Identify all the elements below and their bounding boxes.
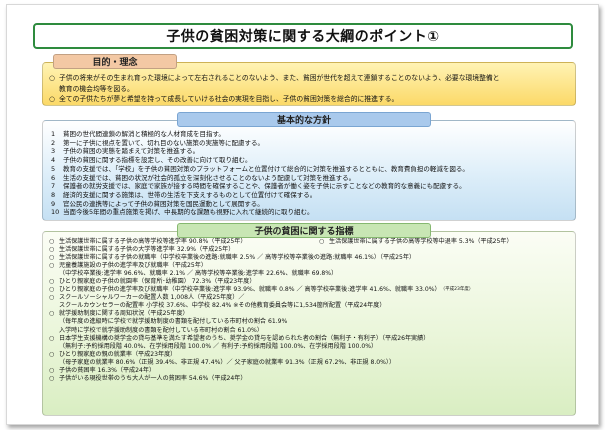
policy-box: 1 貧困の世代間連鎖の解消と積極的な人材育成を目指す。 2 第一に子供に視点を置いて… xyxy=(42,120,576,221)
purpose-line: ○ 全ての子供たちが夢と希望を持って成長していける社会の実現を目指し、子供の貧困対… xyxy=(49,94,569,105)
policy-text: 教育の支援では、「学校」を子供の貧困対策のプラットフォームと位置付けて総合的に対… xyxy=(63,164,469,173)
policy-text: 生活の支援では、貧困の状況が社会的孤立を深刻化させることのないよう配慮して対策を… xyxy=(63,173,356,182)
index-note: （平成23年度） xyxy=(440,287,474,293)
index-text: （毎年度の進級時に学校で就学援助制度の書類を配付している市町村の割合 61.9% xyxy=(59,318,288,326)
index-line: （毎年度の進級時に学校で就学援助制度の書類を配付している市町村の割合 61.9% xyxy=(49,318,569,326)
policy-text: 貧困の世代間連鎖の解消と積極的な人材育成を目指す。 xyxy=(63,130,225,138)
bullet-mark xyxy=(49,359,59,367)
bullet-mark: ○ xyxy=(319,238,325,245)
bullet-mark: ○ xyxy=(49,366,55,374)
policy-item: 3 子供の貧困の実態を踏まえて対策を推進する。 xyxy=(49,147,569,156)
index-line: ○ ひとり親家庭の親の就業率（平成23年度） xyxy=(49,351,569,359)
policy-item: 5 教育の支援では、「学校」を子供の貧困対策のプラットフォームと位置付けて総合的に… xyxy=(49,165,569,174)
bullet-mark: ○ xyxy=(49,74,55,82)
index-line: ○ 児童養護施設の子供の進学率及び就職率（平成25年） xyxy=(49,262,569,270)
index-text: 児童養護施設の子供の進学率及び就職率（平成25年） xyxy=(59,262,207,270)
policy-text: 子供の貧困に関する指標を設定し、その改善に向けて取り組む。 xyxy=(63,156,252,165)
index-text: 生活保護世帯に属する子供の高等学校等進学率 90.8%（平成25年） xyxy=(59,238,247,245)
index-line: ○ 生活保護世帯に属する子供の高等学校等進学率 90.8%（平成25年） ○ 生活保… xyxy=(49,238,569,246)
policy-item: 4 子供の貧困に関する指標を設定し、その改善に向けて取り組む。 xyxy=(49,156,569,165)
bullet-mark: ○ xyxy=(49,334,55,342)
policy-number: 4 xyxy=(51,156,56,165)
bullet-mark: ○ xyxy=(49,294,55,302)
index-line: ○ 生活保護世帯に属する子供の大学等進学率 32.9%（平成25年） xyxy=(49,246,569,254)
policy-text: 保護者の就労支援では、家庭で家族が接する時間を確保することや、保護者が働く姿を子… xyxy=(63,182,466,191)
purpose-text: 教育の機会均等を図る。 xyxy=(59,84,134,93)
policy-number: 5 xyxy=(51,164,56,173)
index-text: 生活保護世帯に属する子供の大学等進学率 32.9%（平成25年） xyxy=(59,246,235,254)
bullet-mark xyxy=(49,327,59,335)
policy-text: 当面今後5年間の重点施策を掲げ、中長期的な課題も視野に入れて継続的に取り組む。 xyxy=(63,208,314,217)
bullet-mark: ○ xyxy=(49,246,55,254)
index-text: 生活保護世帯に属する子供の就職率（中学校卒業後の進路:就職率 2.5% ／ 高等… xyxy=(59,254,416,262)
bullet-mark xyxy=(49,270,59,278)
bullet-mark: ○ xyxy=(49,286,55,294)
index-text: 子供がいる現役世帯のうち大人が一人の貧困率 54.6%（平成24年） xyxy=(59,374,247,382)
policy-number: 1 xyxy=(51,130,56,138)
policy-number: 7 xyxy=(51,182,56,191)
index-box: ○ 生活保護世帯に属する子供の高等学校等進学率 90.8%（平成25年） ○ 生活保… xyxy=(42,231,576,416)
index-line: （母子家庭の就業率 80.6%（正規 39.4%、非正規 47.4%）／ 父子家… xyxy=(49,359,569,367)
policy-text: 経済的支援に関する施策は、世帯の生活を下支えするものとして位置付けて確保する。 xyxy=(63,190,317,199)
policy-number: 9 xyxy=(51,199,56,208)
index-text: 生活保護世帯に属する子供の高等学校等中退率 5.3%（平成25年） xyxy=(329,238,513,245)
policy-number: 6 xyxy=(51,173,56,182)
page-title: 子供の貧困対策に関する大綱のポイント① xyxy=(33,23,573,49)
bullet-mark: ○ xyxy=(49,310,55,318)
index-line: ○ 子供の貧困率 16.3%（平成24年） xyxy=(49,367,569,375)
index-text: 入学時に学校で就学援助制度の書類を配付している市町村の割合 61.0%） xyxy=(59,326,263,334)
bullet-mark xyxy=(49,318,59,326)
index-line: ○ 生活保護世帯に属する子供の就職率（中学校卒業後の進路:就職率 2.5% ／ 高… xyxy=(49,254,569,262)
bullet-mark: ○ xyxy=(49,238,55,245)
index-text: （母子家庭の就業率 80.6%（正規 39.4%、非正規 47.4%）／ 父子家… xyxy=(59,358,396,366)
purpose-header: 目的・理念 xyxy=(53,54,177,69)
index-text: （無利子:予約採用段階 40.0%、在学採用段階 100.0% ／ 有利子:予約… xyxy=(59,342,378,350)
policy-number: 8 xyxy=(51,190,56,199)
index-line: 入学時に学校で就学援助制度の書類を配付している市町村の割合 61.0%） xyxy=(49,327,569,335)
policy-text: 子供の貧困の実態を踏まえて対策を推進する。 xyxy=(63,147,200,156)
purpose-line: ○ 子供の将来がその生まれ育った環境によって左右されることのないよう、また、貧困が… xyxy=(49,73,569,84)
policy-item: 6 生活の支援では、貧困の状況が社会的孤立を深刻化させることのないよう配慮して対策… xyxy=(49,174,569,183)
index-text: 日本学生支援機構の奨学金の貸与基準を満たす希望者のうち、奨学金の貸与を認められた… xyxy=(59,334,430,342)
index-header: 子供の貧困に関する指標 xyxy=(177,223,431,238)
index-line: ○ 日本学生支援機構の奨学金の貸与基準を満たす希望者のうち、奨学金の貸与を認められ… xyxy=(49,335,569,343)
bullet-mark: ○ xyxy=(49,254,55,262)
index-text: ひとり親家庭の親の就業率（平成23年度） xyxy=(59,350,177,358)
bullet-mark: ○ xyxy=(49,374,55,382)
slide: 子供の貧困対策に関する大綱のポイント① ○ 子供の将来がその生まれ育った環境によっ… xyxy=(6,4,599,425)
bullet-mark xyxy=(49,343,59,351)
purpose-text: 全ての子供たちが夢と希望を持って成長していける社会の実現を目指し、子供の貧困対策… xyxy=(59,95,399,103)
purpose-text: 子供の将来がその生まれ育った環境によって左右されることのないよう、また、貧困が世… xyxy=(59,74,500,82)
index-line: ○ 子供がいる現役世帯のうち大人が一人の貧困率 54.6%（平成24年） xyxy=(49,375,569,383)
policy-number: 3 xyxy=(51,147,56,156)
bullet-mark: ○ xyxy=(49,350,55,358)
bullet-mark xyxy=(49,84,59,95)
policy-header: 基本的な方針 xyxy=(177,112,431,127)
bullet-mark xyxy=(49,302,59,310)
policy-item: 8 経済的支援に関する施策は、世帯の生活を下支えするものとして位置付けて確保する。 xyxy=(49,191,569,200)
bullet-mark: ○ xyxy=(49,278,55,286)
purpose-line: 教育の機会均等を図る。 xyxy=(49,84,569,95)
policy-item: 7 保護者の就労支援では、家庭で家族が接する時間を確保することや、保護者が働く姿を… xyxy=(49,182,569,191)
policy-item: 1 貧困の世代間連鎖の解消と積極的な人材育成を目指す。 xyxy=(49,130,569,139)
bullet-mark: ○ xyxy=(49,95,55,103)
bullet-mark: ○ xyxy=(49,262,55,270)
index-text: 子供の貧困率 16.3%（平成24年） xyxy=(59,366,156,374)
policy-number: 2 xyxy=(51,138,56,147)
index-line: （無利子:予約採用段階 40.0%、在学採用段階 100.0% ／ 有利子:予約… xyxy=(49,343,569,351)
policy-number: 10 xyxy=(51,208,60,217)
policy-item: 10 当面今後5年間の重点施策を掲げ、中長期的な課題も視野に入れて継続的に取り組む… xyxy=(49,208,569,217)
